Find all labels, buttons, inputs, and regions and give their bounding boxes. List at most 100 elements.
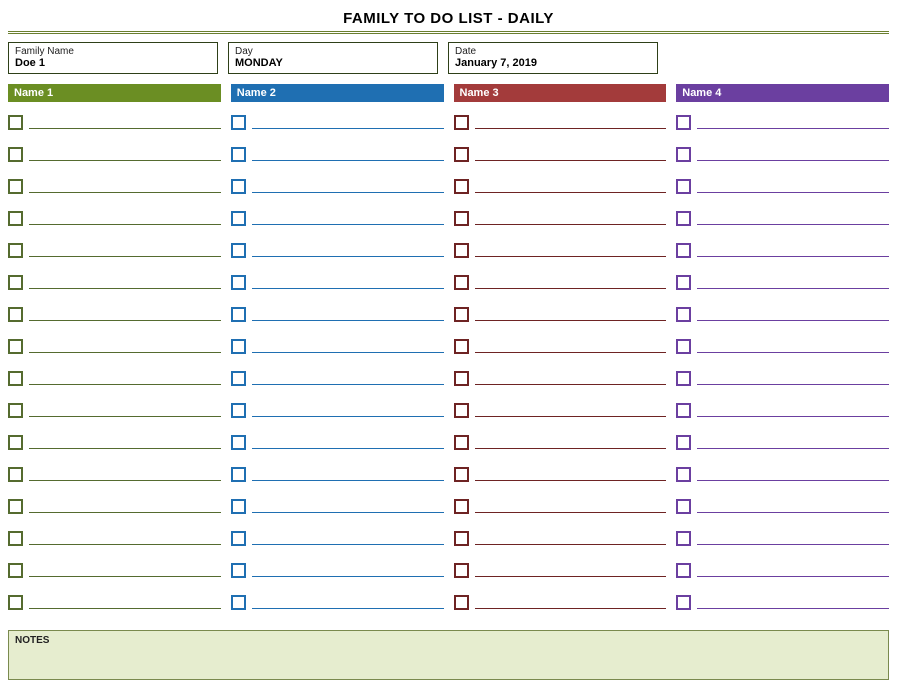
task-checkbox[interactable]: [454, 435, 469, 450]
task-line[interactable]: [475, 512, 667, 513]
task-line[interactable]: [475, 384, 667, 385]
task-checkbox[interactable]: [231, 435, 246, 450]
task-line[interactable]: [252, 352, 444, 353]
task-checkbox[interactable]: [454, 467, 469, 482]
column-header[interactable]: Name 1: [8, 84, 221, 102]
task-line[interactable]: [252, 448, 444, 449]
notes-box[interactable]: NOTES: [8, 630, 889, 680]
task-line[interactable]: [697, 576, 889, 577]
task-line[interactable]: [252, 576, 444, 577]
task-line[interactable]: [475, 160, 667, 161]
task-checkbox[interactable]: [676, 595, 691, 610]
task-line[interactable]: [252, 416, 444, 417]
task-line[interactable]: [252, 192, 444, 193]
task-line[interactable]: [252, 512, 444, 513]
task-checkbox[interactable]: [454, 339, 469, 354]
task-checkbox[interactable]: [231, 275, 246, 290]
task-line[interactable]: [252, 256, 444, 257]
task-checkbox[interactable]: [454, 243, 469, 258]
date-value[interactable]: January 7, 2019: [455, 57, 651, 69]
task-checkbox[interactable]: [231, 211, 246, 226]
task-checkbox[interactable]: [676, 467, 691, 482]
task-line[interactable]: [475, 576, 667, 577]
task-checkbox[interactable]: [231, 339, 246, 354]
task-checkbox[interactable]: [676, 275, 691, 290]
task-line[interactable]: [29, 608, 221, 609]
column-header[interactable]: Name 4: [676, 84, 889, 102]
task-checkbox[interactable]: [8, 147, 23, 162]
task-line[interactable]: [29, 128, 221, 129]
task-line[interactable]: [252, 608, 444, 609]
task-line[interactable]: [29, 352, 221, 353]
task-line[interactable]: [697, 512, 889, 513]
task-checkbox[interactable]: [676, 371, 691, 386]
task-checkbox[interactable]: [454, 371, 469, 386]
task-line[interactable]: [29, 256, 221, 257]
task-line[interactable]: [29, 320, 221, 321]
task-checkbox[interactable]: [676, 307, 691, 322]
task-line[interactable]: [475, 224, 667, 225]
task-checkbox[interactable]: [231, 147, 246, 162]
task-line[interactable]: [29, 512, 221, 513]
task-line[interactable]: [475, 192, 667, 193]
task-checkbox[interactable]: [231, 467, 246, 482]
family-name-value[interactable]: Doe 1: [15, 57, 211, 69]
task-line[interactable]: [697, 384, 889, 385]
task-line[interactable]: [252, 224, 444, 225]
day-value[interactable]: MONDAY: [235, 57, 431, 69]
task-line[interactable]: [475, 480, 667, 481]
task-checkbox[interactable]: [8, 435, 23, 450]
task-checkbox[interactable]: [8, 179, 23, 194]
task-line[interactable]: [29, 192, 221, 193]
task-line[interactable]: [475, 544, 667, 545]
task-line[interactable]: [29, 576, 221, 577]
task-line[interactable]: [29, 224, 221, 225]
task-checkbox[interactable]: [676, 339, 691, 354]
task-line[interactable]: [697, 544, 889, 545]
task-checkbox[interactable]: [231, 243, 246, 258]
task-checkbox[interactable]: [454, 531, 469, 546]
task-line[interactable]: [29, 416, 221, 417]
task-line[interactable]: [697, 288, 889, 289]
task-line[interactable]: [29, 288, 221, 289]
task-checkbox[interactable]: [8, 211, 23, 226]
task-line[interactable]: [697, 256, 889, 257]
task-line[interactable]: [252, 288, 444, 289]
task-line[interactable]: [475, 288, 667, 289]
task-line[interactable]: [697, 352, 889, 353]
task-checkbox[interactable]: [231, 115, 246, 130]
task-checkbox[interactable]: [676, 563, 691, 578]
task-line[interactable]: [697, 448, 889, 449]
task-checkbox[interactable]: [8, 115, 23, 130]
task-line[interactable]: [697, 480, 889, 481]
task-checkbox[interactable]: [8, 563, 23, 578]
task-line[interactable]: [697, 128, 889, 129]
task-checkbox[interactable]: [454, 499, 469, 514]
task-checkbox[interactable]: [454, 179, 469, 194]
column-header[interactable]: Name 2: [231, 84, 444, 102]
task-checkbox[interactable]: [8, 371, 23, 386]
task-line[interactable]: [29, 384, 221, 385]
task-checkbox[interactable]: [676, 403, 691, 418]
task-checkbox[interactable]: [8, 275, 23, 290]
task-line[interactable]: [29, 448, 221, 449]
task-checkbox[interactable]: [454, 211, 469, 226]
task-checkbox[interactable]: [454, 563, 469, 578]
task-line[interactable]: [697, 160, 889, 161]
task-checkbox[interactable]: [231, 371, 246, 386]
task-line[interactable]: [475, 128, 667, 129]
task-line[interactable]: [252, 160, 444, 161]
task-checkbox[interactable]: [8, 243, 23, 258]
task-line[interactable]: [475, 416, 667, 417]
task-checkbox[interactable]: [676, 531, 691, 546]
task-checkbox[interactable]: [231, 563, 246, 578]
task-checkbox[interactable]: [676, 179, 691, 194]
task-checkbox[interactable]: [676, 243, 691, 258]
task-checkbox[interactable]: [676, 211, 691, 226]
task-line[interactable]: [697, 224, 889, 225]
task-line[interactable]: [252, 320, 444, 321]
task-checkbox[interactable]: [676, 147, 691, 162]
task-line[interactable]: [697, 320, 889, 321]
task-checkbox[interactable]: [8, 307, 23, 322]
task-checkbox[interactable]: [8, 403, 23, 418]
